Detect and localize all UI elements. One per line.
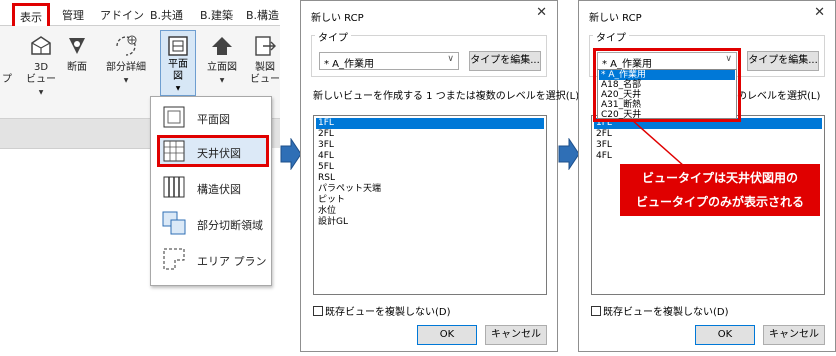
area-plan-icon <box>161 246 187 272</box>
chevron-down-icon: ∨ <box>447 54 454 64</box>
menu-item-label: エリア プラン <box>197 255 267 268</box>
section-label: 断面 <box>67 62 87 73</box>
list-item[interactable]: 水位 <box>316 206 544 217</box>
tab-b-architecture[interactable]: B.建築 <box>200 7 233 23</box>
menu-item-label: 構造伏図 <box>197 183 241 196</box>
list-item[interactable]: 4FL <box>316 151 544 162</box>
elevation-icon <box>210 34 234 58</box>
callout-button[interactable]: 部分詳細 ▼ <box>104 26 148 87</box>
no-duplicate-checkbox-row[interactable]: 既存ビューを複製しない(D) <box>313 303 451 318</box>
plan-view-button[interactable]: 平面 図 ▼ <box>160 30 196 96</box>
callout-line-2: ビュータイプのみが表示される <box>635 195 804 209</box>
no-duplicate-checkbox[interactable] <box>313 306 323 316</box>
plan-view-label: 平面 図 <box>168 59 188 82</box>
no-duplicate-label: 既存ビューを複製しない(D) <box>603 307 729 318</box>
edit-type-button[interactable]: タイプを編集... <box>469 51 541 71</box>
plan-view-icon <box>167 35 189 57</box>
highlight-frame <box>593 48 741 122</box>
section-icon <box>65 34 89 58</box>
close-icon[interactable]: ✕ <box>814 5 825 20</box>
list-item[interactable]: 5FL <box>316 162 544 173</box>
ribbon-panel: 表示 管理 アドイン B.共通 B.建築 B.構造 プ 3D ビュー ▼ 断面 … <box>0 0 280 356</box>
list-item[interactable]: 2FL <box>316 129 544 140</box>
floor-plan-icon <box>161 104 187 130</box>
callout-pointer <box>631 119 685 167</box>
3d-view-label: 3D ビュー <box>26 62 56 85</box>
ribbon-tab-bar: 表示 管理 アドイン B.共通 B.建築 B.構造 <box>0 0 280 31</box>
menu-item-plan-region[interactable]: 部分切断領域 <box>157 207 269 239</box>
drafting-view-icon <box>253 34 277 58</box>
menu-item-floor-plan[interactable]: 平面図 <box>157 101 269 133</box>
menu-item-ceiling-plan[interactable]: 天井伏図 <box>157 135 269 167</box>
type-select[interactable]: * A_作業用 ∨ <box>319 52 459 70</box>
list-item[interactable]: 3FL <box>316 140 544 151</box>
type-group-label: タイプ <box>315 29 351 44</box>
type-select-value: * A_作業用 <box>324 59 375 70</box>
3d-view-chevron-icon: ▼ <box>38 89 44 96</box>
list-item[interactable]: 設計GL <box>316 217 544 228</box>
callout-line-1: ビュータイプは天井伏図用の <box>641 171 798 185</box>
no-duplicate-label: 既存ビューを複製しない(D) <box>325 307 451 318</box>
edit-type-button[interactable]: タイプを編集... <box>747 51 819 71</box>
callout-icon <box>114 34 138 58</box>
ceiling-plan-icon <box>161 138 187 164</box>
dialog-title: 新しい RCP <box>589 13 642 24</box>
list-item[interactable]: RSL <box>316 173 544 184</box>
plan-region-icon <box>161 210 187 236</box>
flow-arrow-icon <box>280 138 302 170</box>
annotation-callout: ビュータイプは天井伏図用の ビュータイプのみが表示される <box>620 164 820 216</box>
tab-manage[interactable]: 管理 <box>62 7 84 23</box>
menu-item-label: 天井伏図 <box>197 147 241 160</box>
menu-item-label: 部分切断領域 <box>197 219 263 232</box>
list-item[interactable]: パラペット天端 <box>316 184 544 195</box>
list-item[interactable]: 3FL <box>594 140 822 151</box>
list-item[interactable]: 4FL <box>594 151 822 162</box>
level-prompt: のレベルを選択(L) <box>737 91 821 102</box>
ribbon-edge-glyph: プ <box>2 74 12 85</box>
drafting-view-label: 製図 ビュー <box>250 62 280 85</box>
elevation-label: 立面図 <box>207 62 237 73</box>
elevation-chevron-icon: ▼ <box>219 77 225 84</box>
no-duplicate-checkbox[interactable] <box>591 306 601 316</box>
section-button[interactable]: 断面 <box>62 26 92 74</box>
3d-view-icon <box>29 34 53 58</box>
plan-view-dropdown-menu: 平面図 天井伏図 構造伏図 部分切断領域 エリア プラン <box>150 96 272 286</box>
dialog-title: 新しい RCP <box>311 13 364 24</box>
drafting-view-button[interactable]: 製図 ビュー <box>250 26 280 86</box>
plan-view-chevron-icon: ▼ <box>175 85 181 92</box>
cancel-button[interactable]: キャンセル <box>763 325 825 345</box>
menu-item-label: 平面図 <box>197 113 230 126</box>
level-prompt: 新しいビューを作成する 1 つまたは複数のレベルを選択(L) <box>313 91 580 102</box>
callout-label: 部分詳細 <box>106 62 146 73</box>
list-item[interactable]: 1FL <box>316 118 544 129</box>
callout-chevron-icon: ▼ <box>123 77 129 84</box>
list-item[interactable]: 2FL <box>594 129 822 140</box>
type-group-label: タイプ <box>593 29 629 44</box>
elevation-button[interactable]: 立面図 ▼ <box>202 26 242 87</box>
tab-b-common[interactable]: B.共通 <box>150 7 183 23</box>
close-icon[interactable]: ✕ <box>536 5 547 20</box>
ribbon-divider <box>0 148 150 149</box>
3d-view-button[interactable]: 3D ビュー ▼ <box>24 26 58 99</box>
tab-addins[interactable]: アドイン <box>100 7 144 23</box>
flow-arrow-icon <box>558 138 580 170</box>
level-listbox[interactable]: 1FL 2FL 3FL 4FL 5FL RSL パラペット天端 ピット 水位 設… <box>313 115 547 295</box>
menu-item-area-plan[interactable]: エリア プラン <box>157 243 269 275</box>
list-item[interactable]: ピット <box>316 195 544 206</box>
ok-button[interactable]: OK <box>695 325 755 345</box>
ok-button[interactable]: OK <box>417 325 477 345</box>
tab-b-structure[interactable]: B.構造 <box>246 7 279 23</box>
menu-item-structural-plan[interactable]: 構造伏図 <box>157 171 269 203</box>
structural-plan-icon <box>161 174 187 200</box>
new-rcp-dialog: 新しい RCP ✕ タイプ * A_作業用 ∨ タイプを編集... 新しいビュー… <box>300 0 579 352</box>
no-duplicate-checkbox-row[interactable]: 既存ビューを複製しない(D) <box>591 303 729 318</box>
cancel-button[interactable]: キャンセル <box>485 325 547 345</box>
